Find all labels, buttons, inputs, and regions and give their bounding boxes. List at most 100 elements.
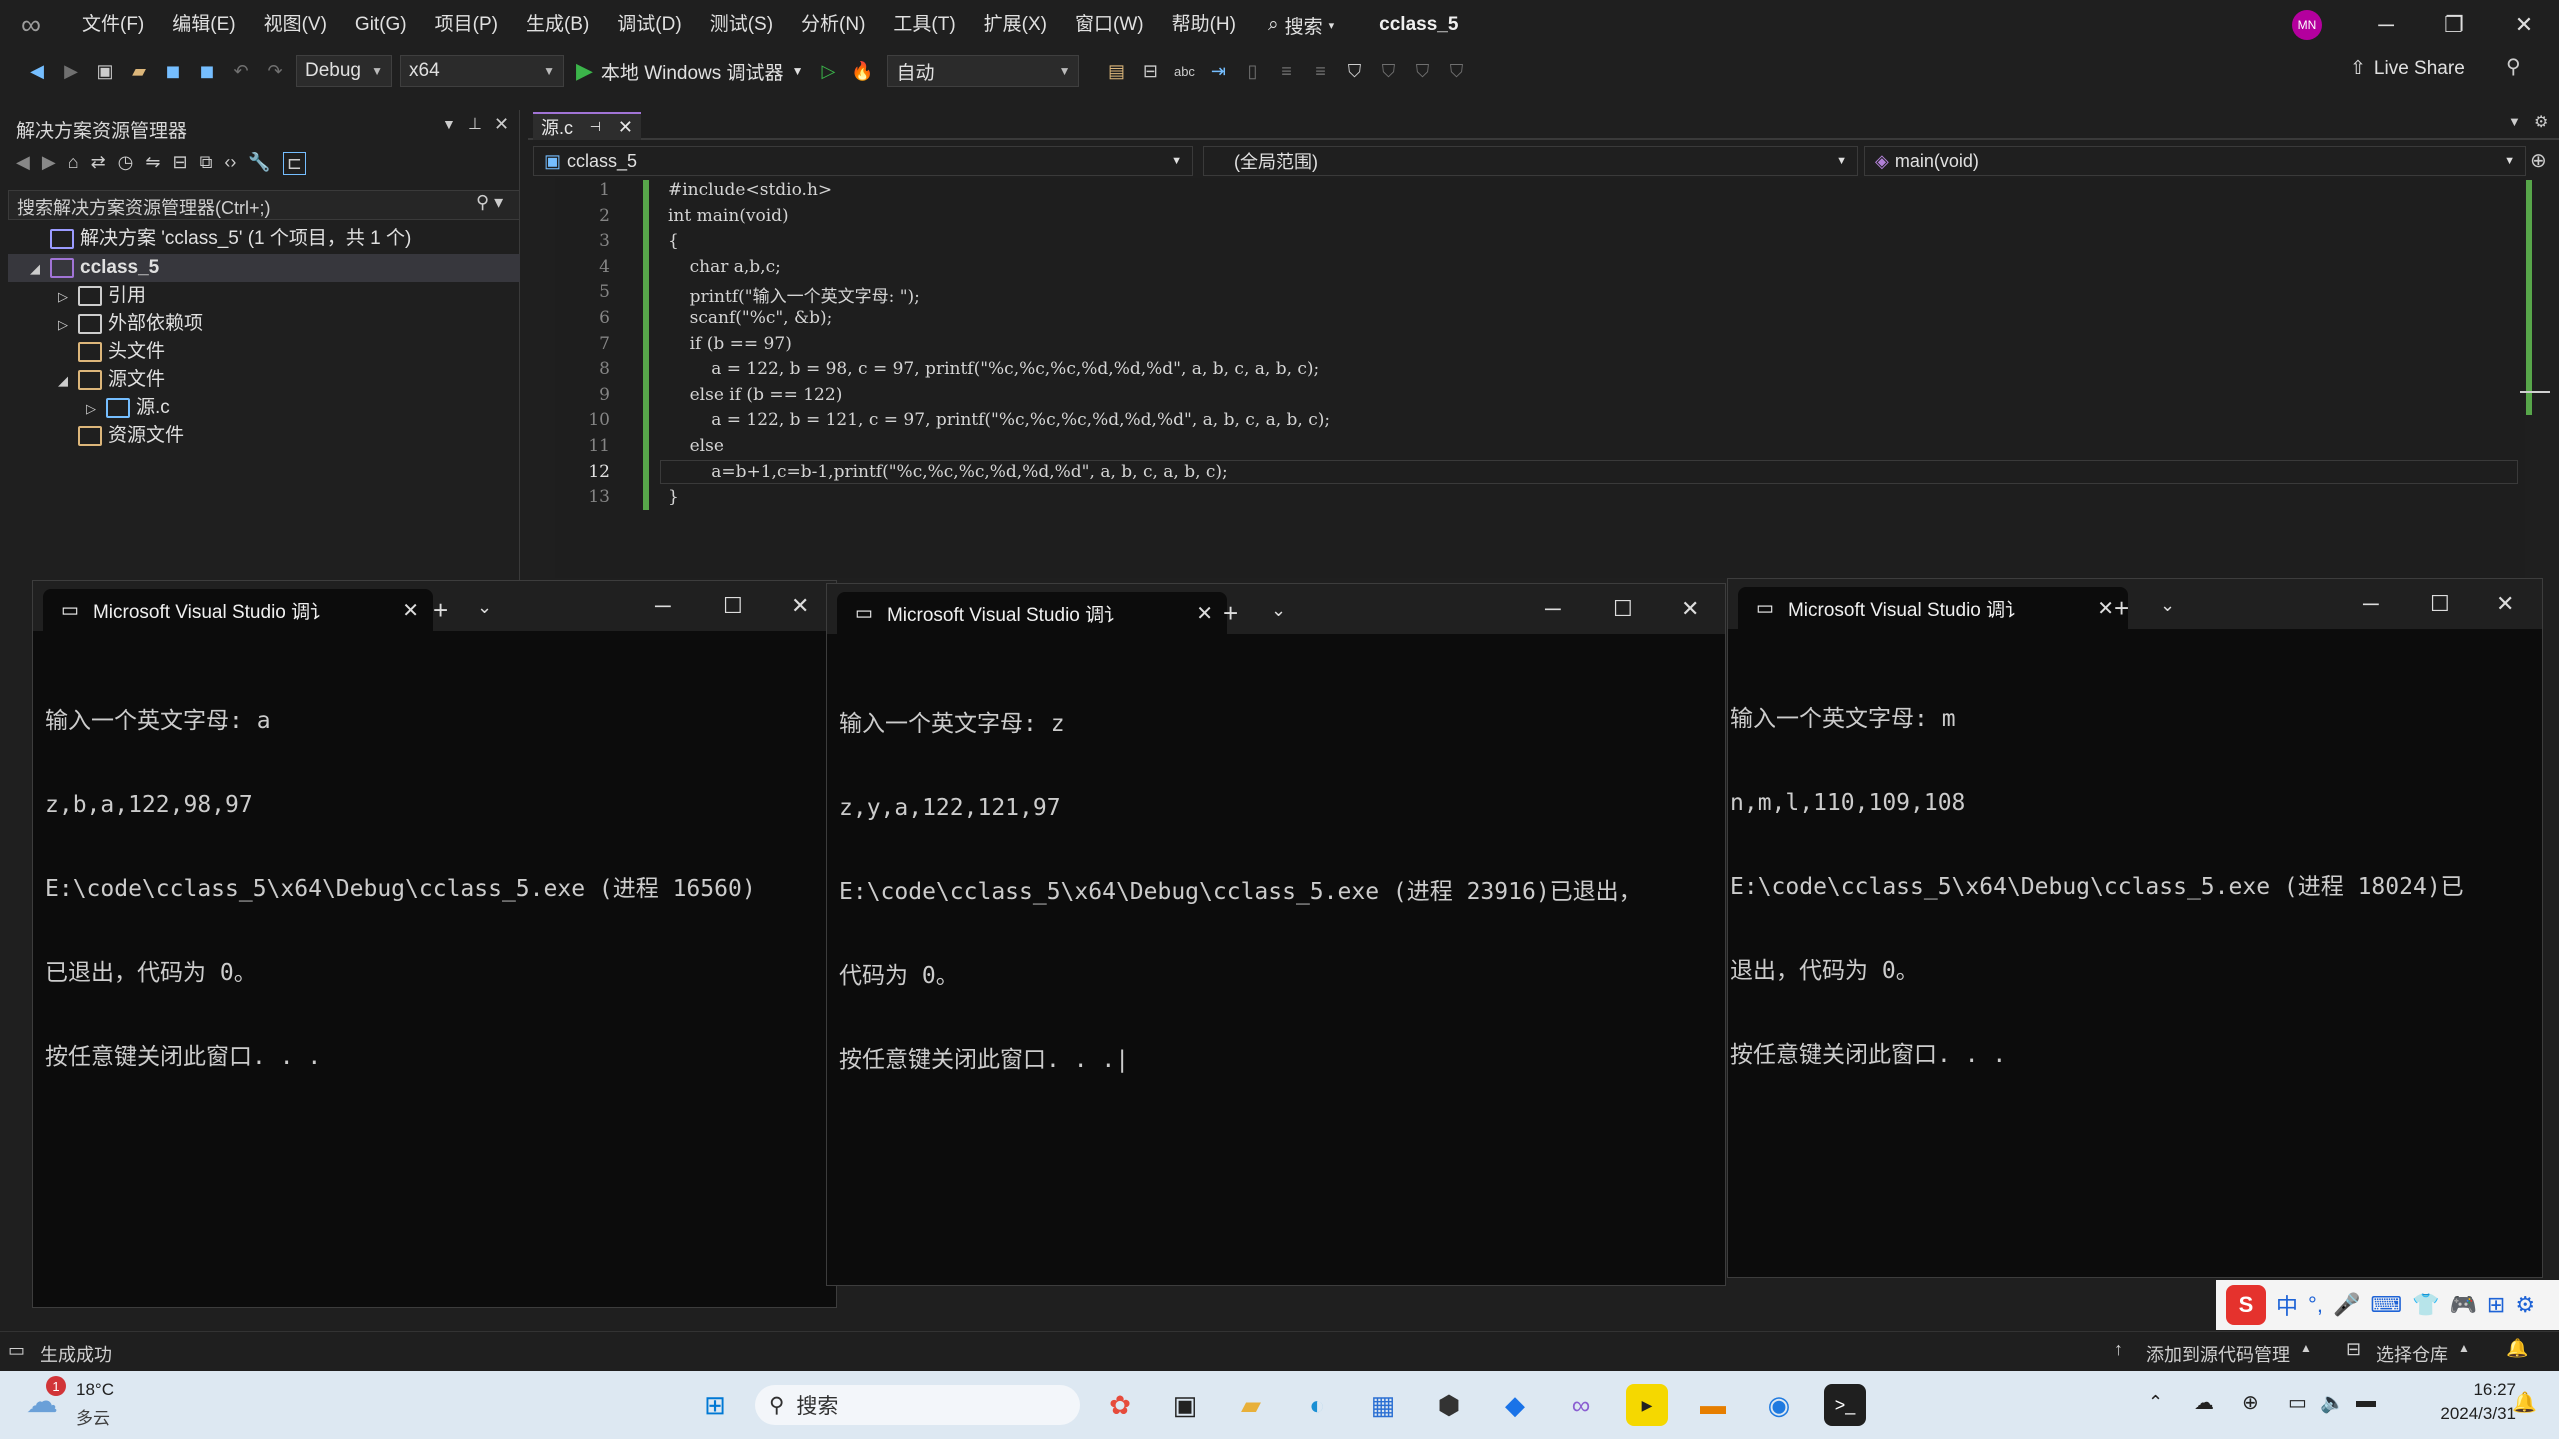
expander-icon[interactable]: ◢ xyxy=(30,255,50,283)
code-line[interactable]: { xyxy=(668,231,679,251)
hot-reload-icon[interactable]: 🔥 xyxy=(847,56,877,86)
properties-icon[interactable]: 🔧 xyxy=(248,152,270,175)
scope-nav-dropdown[interactable]: (全局范围) ▼ xyxy=(1203,146,1858,176)
new-tab-button[interactable]: + xyxy=(1223,598,1238,629)
collapse-all-icon[interactable]: ⊟ xyxy=(172,152,187,175)
tree-item[interactable]: 解决方案 'cclass_5' (1 个项目，共 1 个) xyxy=(30,225,411,253)
volume-icon[interactable]: 🔈 xyxy=(2320,1390,2345,1415)
code-line[interactable]: a = 122, b = 98, c = 97, printf("%c,%c,%… xyxy=(668,359,1319,379)
tree-item[interactable]: ◢ cclass_5 xyxy=(30,254,159,282)
close-button[interactable]: ✕ xyxy=(2490,0,2558,50)
expander-icon[interactable]: ◢ xyxy=(58,367,78,395)
sync-icon[interactable]: ⇋ xyxy=(145,152,160,175)
menu-item[interactable]: 文件(F) xyxy=(68,0,158,50)
code-line[interactable]: char a,b,c; xyxy=(668,257,781,277)
outdent-icon[interactable]: ≡ xyxy=(1305,56,1335,86)
expander-icon[interactable]: ▷ xyxy=(58,283,78,311)
menu-item[interactable]: 分析(N) xyxy=(787,0,879,50)
file-explorer-icon[interactable]: ▰ xyxy=(1230,1384,1272,1426)
project-nav-dropdown[interactable]: ▣ cclass_5 ▼ xyxy=(533,146,1193,176)
forward-icon[interactable]: ▶ xyxy=(56,56,86,86)
step-icon[interactable]: ⇥ xyxy=(1203,56,1233,86)
slides-icon[interactable]: ▬ xyxy=(1692,1384,1734,1426)
solution-search-input[interactable]: 搜索解决方案资源管理器(Ctrl+;) xyxy=(8,190,520,220)
battery-icon[interactable]: ▬ xyxy=(2356,1390,2376,1413)
menu-item[interactable]: 工具(T) xyxy=(879,0,969,50)
microsoft-store-icon[interactable]: ▦ xyxy=(1362,1384,1404,1426)
configuration-dropdown[interactable]: Debug ▼ xyxy=(296,55,392,87)
code-line[interactable]: if (b == 97) xyxy=(668,334,792,354)
new-project-icon[interactable]: ▣ xyxy=(90,56,120,86)
bookmark-prev-icon[interactable]: ⛉ xyxy=(1373,56,1403,86)
menu-item[interactable]: 扩展(X) xyxy=(970,0,1061,50)
maximize-button[interactable]: ☐ xyxy=(2430,591,2450,617)
minimize-button[interactable]: ─ xyxy=(1545,596,1561,622)
ime-item[interactable]: 中 xyxy=(2276,1289,2298,1321)
maximize-button[interactable]: ☐ xyxy=(723,593,743,619)
console-tab[interactable]: ▭ Microsoft Visual Studio 调讠 ✕ xyxy=(1738,587,2128,629)
maximize-button[interactable]: ☐ xyxy=(1613,596,1633,622)
onedrive-icon[interactable]: ☁ xyxy=(2194,1390,2214,1415)
function-nav-dropdown[interactable]: ◈ main(void) ▼ xyxy=(1864,146,2526,176)
chevron-down-icon[interactable]: ⌄ xyxy=(2160,595,2175,616)
chevron-down-icon[interactable]: ⌄ xyxy=(477,597,492,618)
save-icon[interactable]: ◼ xyxy=(158,56,188,86)
new-tab-button[interactable]: + xyxy=(2114,593,2129,624)
ime-item[interactable]: ⌨ xyxy=(2370,1292,2402,1318)
code-icon[interactable]: ‹› xyxy=(224,152,236,175)
ime-toolbar[interactable]: S 中 °, 🎤 ⌨ 👕 🎮 ⊞ ⚙ xyxy=(2216,1280,2559,1330)
menu-item[interactable]: 测试(S) xyxy=(696,0,787,50)
code-line[interactable]: a=b+1,c=b-1,printf("%c,%c,%c,%d,%d,%d", … xyxy=(668,462,1228,482)
feishu-icon[interactable]: ◆ xyxy=(1494,1384,1536,1426)
code-line[interactable]: a = 122, b = 121, c = 97, printf("%c,%c,… xyxy=(668,410,1330,430)
task-view-icon[interactable]: ▣ xyxy=(1164,1384,1206,1426)
network-icon[interactable]: ▭ xyxy=(2288,1390,2307,1415)
console-tab[interactable]: ▭ Microsoft Visual Studio 调讠 ✕ xyxy=(837,592,1227,634)
platform-dropdown[interactable]: x64 ▼ xyxy=(400,55,564,87)
expander-icon[interactable]: ▷ xyxy=(86,395,106,423)
ime-item[interactable]: ⊞ xyxy=(2487,1292,2505,1318)
menu-item[interactable]: 窗口(W) xyxy=(1061,0,1158,50)
bookmark-icon[interactable]: ⛉ xyxy=(1339,56,1369,86)
tree-item[interactable]: ◢ 源文件 xyxy=(58,366,165,394)
code-line[interactable]: printf("输入一个英文字母: "); xyxy=(668,282,920,307)
show-all-files-icon[interactable]: ⧉ xyxy=(200,152,213,175)
code-line[interactable]: else xyxy=(668,436,724,456)
indent-icon[interactable]: ≡ xyxy=(1271,56,1301,86)
sogou-logo-icon[interactable]: S xyxy=(2226,1285,2266,1325)
back-icon[interactable]: ◀ xyxy=(22,56,52,86)
code-line[interactable]: else if (b == 122) xyxy=(668,385,843,405)
menu-item[interactable]: 生成(B) xyxy=(512,0,603,50)
copilot-icon[interactable]: ✿ xyxy=(1099,1384,1141,1426)
new-tab-button[interactable]: + xyxy=(433,595,448,626)
forward-icon[interactable]: ▶ xyxy=(42,152,56,175)
edge-icon[interactable]: ◐ xyxy=(1296,1384,1338,1426)
code-line[interactable]: int main(void) xyxy=(668,206,789,226)
split-icon[interactable]: ⊕ xyxy=(2530,148,2547,173)
redo-icon[interactable]: ↷ xyxy=(260,56,290,86)
bookmark-clear-icon[interactable]: ⛉ xyxy=(1441,56,1471,86)
minimize-button[interactable]: ─ xyxy=(2363,591,2379,617)
menu-item[interactable]: 调试(D) xyxy=(603,0,695,50)
close-panel-icon[interactable]: ✕ xyxy=(494,114,509,135)
layout-icon[interactable]: ⊟ xyxy=(1135,56,1165,86)
close-button[interactable]: ✕ xyxy=(791,593,809,619)
console-tab[interactable]: ▭ Microsoft Visual Studio 调讠 ✕ xyxy=(43,589,433,631)
start-without-debugging-icon[interactable]: ▷ xyxy=(813,56,843,86)
live-share-button[interactable]: ⇧ Live Share xyxy=(2350,57,2465,80)
add-source-control-button[interactable]: 添加到源代码管理 xyxy=(2146,1341,2290,1367)
tab-list-icon[interactable]: ▼ xyxy=(2508,114,2521,129)
chevron-down-icon[interactable]: ⌄ xyxy=(1271,600,1286,621)
close-tab-icon[interactable]: ✕ xyxy=(618,117,633,138)
ime-item[interactable]: ⚙ xyxy=(2515,1292,2535,1318)
mode-dropdown[interactable]: 自动 ▼ xyxy=(887,55,1080,87)
restore-button[interactable]: ❐ xyxy=(2420,0,2488,50)
home-icon[interactable]: ⌂ xyxy=(68,152,79,175)
pin-icon[interactable]: ⊣ xyxy=(590,119,601,135)
close-tab-icon[interactable]: ✕ xyxy=(2097,596,2114,621)
breakpoint-icon[interactable]: ▯ xyxy=(1237,56,1267,86)
player-icon[interactable]: ▶ xyxy=(1626,1384,1668,1426)
code-line[interactable]: } xyxy=(668,487,679,507)
clock-time[interactable]: 16:27 xyxy=(2436,1380,2516,1400)
console-window-2[interactable]: ▭ Microsoft Visual Studio 调讠 ✕ + ⌄ ─ ☐ ✕… xyxy=(826,583,1726,1286)
